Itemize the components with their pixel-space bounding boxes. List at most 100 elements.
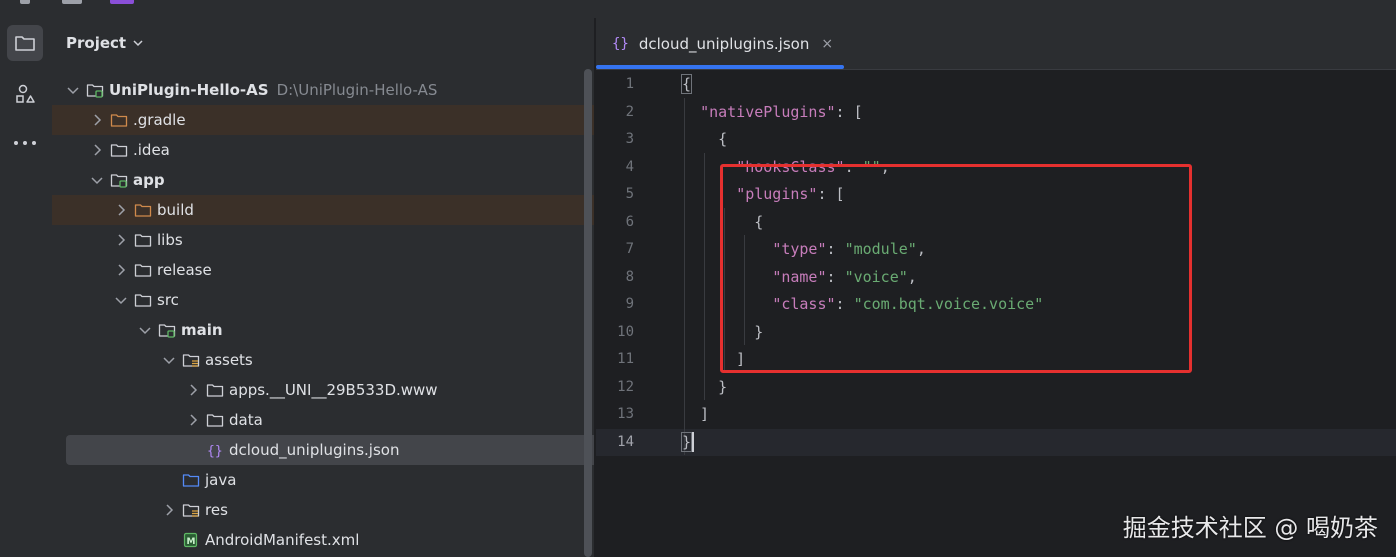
tree-item-label: UniPlugin-Hello-AS <box>109 81 269 99</box>
json-punctuation: : [ <box>835 102 863 121</box>
tree-expander[interactable] <box>114 203 128 217</box>
tree-expander <box>162 533 176 547</box>
folder-icon <box>206 384 224 397</box>
annotation-highlight-box <box>720 164 1192 373</box>
folder-icon <box>134 292 152 308</box>
chevron-right-icon[interactable] <box>90 143 104 157</box>
tree-expander <box>162 473 176 487</box>
tree-item[interactable]: libs <box>52 225 642 255</box>
chevron-down-icon[interactable] <box>114 293 128 307</box>
tree-item[interactable]: .gradle <box>52 105 618 135</box>
chevron-down-icon[interactable] <box>90 173 104 187</box>
project-tool-window: Project UniPlugin-Hello-AS D:\UniPlugin-H… <box>52 18 700 557</box>
module-folder-icon <box>86 84 104 98</box>
json-key: "nativePlugins" <box>700 102 836 121</box>
project-tree-scrollbar[interactable] <box>584 69 592 557</box>
tree-item[interactable]: .idea <box>52 135 618 165</box>
tree-expander[interactable] <box>114 233 128 247</box>
json-file-icon: {} <box>207 444 223 458</box>
tree-item-label: data <box>229 411 263 429</box>
chevron-right-icon[interactable] <box>114 233 128 247</box>
title-bar-project-badge <box>110 0 134 4</box>
code-line: ] <box>682 401 709 429</box>
resource-folder-icon <box>182 502 200 518</box>
chevron-right-icon[interactable] <box>186 383 200 397</box>
project-tool-button[interactable] <box>7 25 43 61</box>
tree-expander[interactable] <box>90 143 104 157</box>
resource-folder-icon <box>182 354 200 367</box>
tree-expander[interactable] <box>162 353 176 367</box>
chevron-down-icon[interactable] <box>138 323 152 337</box>
module-folder-icon <box>86 82 104 98</box>
tree-item[interactable]: app <box>52 165 618 195</box>
tree-item[interactable]: src <box>52 285 642 315</box>
module-folder-icon <box>158 324 176 338</box>
module-folder-icon <box>110 174 128 188</box>
line-number: 6 <box>625 213 634 230</box>
chevron-right-icon[interactable] <box>162 503 176 517</box>
tree-item[interactable]: UniPlugin-Hello-AS D:\UniPlugin-Hello-AS <box>52 75 594 105</box>
tree-item-label: libs <box>157 231 183 249</box>
project-view-selector[interactable]: Project <box>66 34 144 52</box>
code-line: "nativePlugins": [ <box>682 99 863 127</box>
project-header-label: Project <box>66 34 127 52</box>
folder-icon <box>15 36 35 51</box>
chevron-right-icon[interactable] <box>90 113 104 127</box>
excluded-folder-icon <box>134 204 152 217</box>
chevron-down-icon[interactable] <box>66 83 80 97</box>
tool-window-strip <box>0 18 53 557</box>
line-number-gutter[interactable]: 1 2 3 4 5 6 7 8 9 10 11 12 13 14 <box>596 70 680 557</box>
tree-item[interactable]: release <box>52 255 642 285</box>
folder-icon <box>134 232 152 248</box>
tree-expander[interactable] <box>186 413 200 427</box>
tree-item-label: apps.__UNI__29B533D.www <box>229 381 438 399</box>
structure-icon <box>16 84 35 103</box>
json-punctuation: { <box>682 130 728 148</box>
line-number: 7 <box>625 241 634 257</box>
tree-item-label: assets <box>205 351 253 369</box>
editor-tab-bar: {} dcloud_uniplugins.json × <box>596 18 1396 70</box>
line-number: 2 <box>625 103 634 120</box>
tree-expander[interactable] <box>114 263 128 277</box>
tree-expander[interactable] <box>66 83 80 97</box>
tree-expander[interactable] <box>90 173 104 187</box>
folder-icon <box>134 294 152 307</box>
excluded-folder-icon <box>134 202 152 218</box>
json-punctuation: } <box>680 431 693 452</box>
source-folder-icon <box>182 472 200 488</box>
more-tools-button[interactable] <box>7 125 43 161</box>
close-icon[interactable]: × <box>821 36 833 52</box>
tree-expander[interactable] <box>138 323 152 337</box>
editor-tab-dcloud-uniplugins[interactable]: {} dcloud_uniplugins.json × <box>596 18 844 69</box>
structure-tool-button[interactable] <box>7 76 43 112</box>
chevron-right-icon[interactable] <box>186 413 200 427</box>
tree-expander[interactable] <box>162 503 176 517</box>
json-punctuation <box>682 103 700 121</box>
line-number: 1 <box>625 76 634 92</box>
folder-icon <box>110 144 128 157</box>
current-line-highlight <box>596 428 1396 456</box>
tree-item-path: D:\UniPlugin-Hello-AS <box>276 81 438 99</box>
tree-item[interactable]: main <box>52 315 666 345</box>
tree-expander[interactable] <box>90 113 104 127</box>
tree-item-label: build <box>157 201 194 219</box>
tree-item[interactable]: build <box>52 195 642 225</box>
tree-item-label: java <box>205 471 237 489</box>
manifest-file-icon: M <box>182 532 200 548</box>
line-number: 11 <box>617 351 634 367</box>
chevron-down-icon[interactable] <box>162 353 176 367</box>
tree-expander[interactable] <box>114 293 128 307</box>
module-folder-icon <box>110 172 128 188</box>
manifest-file-icon: M <box>183 532 198 548</box>
line-number: 14 <box>617 433 634 450</box>
chevron-right-icon[interactable] <box>114 263 128 277</box>
tree-expander <box>186 443 200 457</box>
source-folder-icon <box>182 474 200 487</box>
tree-expander[interactable] <box>186 383 200 397</box>
json-punctuation: } <box>682 377 728 396</box>
code-line: } <box>680 429 695 457</box>
tree-item-label: res <box>205 501 228 519</box>
title-bar-icon-fragment <box>62 0 82 4</box>
json-punctuation: { <box>680 74 693 94</box>
chevron-right-icon[interactable] <box>114 203 128 217</box>
